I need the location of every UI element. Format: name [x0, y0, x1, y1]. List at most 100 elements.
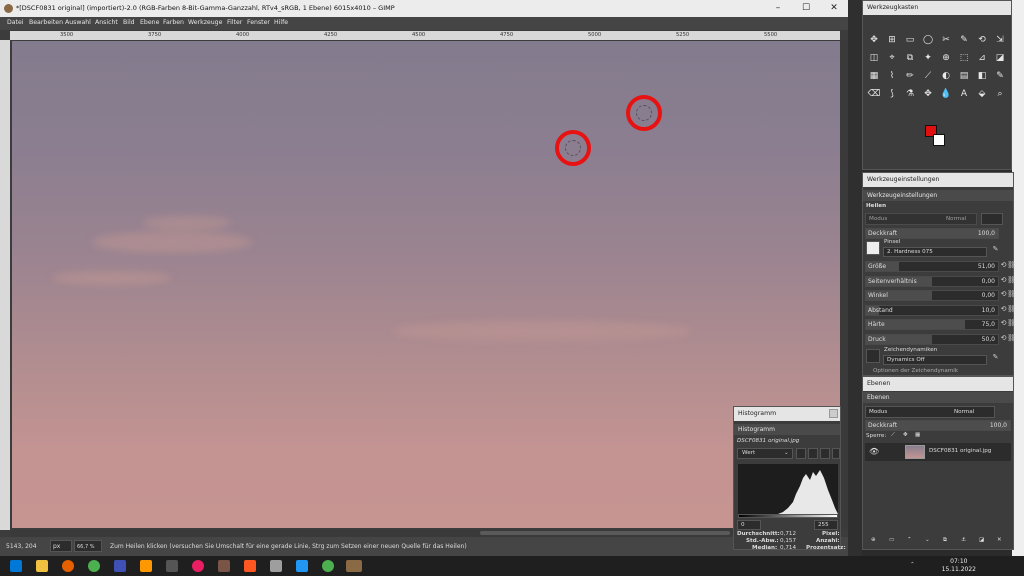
tool-handle-transform-icon[interactable]: ◪ — [993, 51, 1007, 65]
menu-werkzeuge[interactable]: Werkzeuge — [188, 19, 222, 26]
tool-move-icon[interactable]: ✥ — [867, 33, 881, 47]
delete-layer-icon[interactable]: ✕ — [997, 537, 1002, 543]
slider-1[interactable]: Seitenverhältnis 0,00 — [865, 275, 999, 287]
tool-rotate-icon[interactable]: ⌖ — [885, 51, 899, 65]
slider-2[interactable]: Winkel 0,00 — [865, 290, 999, 301]
edit-dynamics-icon[interactable]: ✎ — [991, 353, 1000, 364]
dynamics-preview[interactable] — [866, 349, 880, 363]
app-icon[interactable] — [218, 560, 230, 572]
tool-paintbrush-icon[interactable]: ✏ — [903, 69, 917, 83]
tool-ink-icon[interactable]: ◐ — [939, 69, 953, 83]
tool-dodge-icon[interactable]: ⟆ — [885, 87, 899, 101]
lock-alpha-icon[interactable]: ▦ — [915, 432, 920, 438]
layer-opacity-slider[interactable]: Deckkraft 100,0 — [865, 420, 1011, 431]
histogram-mode-button[interactable] — [832, 448, 840, 459]
range-max-input[interactable]: 255 — [814, 520, 838, 530]
tool-blur-icon[interactable]: ⚗ — [903, 87, 917, 101]
tool-zoom-icon[interactable]: ⌕ — [993, 87, 1007, 101]
histogram-graph[interactable] — [738, 464, 838, 514]
log-histogram-button[interactable] — [820, 448, 830, 459]
edit-brush-icon[interactable]: ✎ — [991, 245, 1000, 256]
start-icon[interactable] — [10, 560, 22, 572]
menu-hilfe[interactable]: Hilfe — [274, 19, 288, 26]
menu-farben[interactable]: Farben — [163, 19, 184, 26]
image-canvas[interactable] — [12, 41, 840, 528]
menu-bearbeiten[interactable]: Bearbeiten — [29, 19, 63, 26]
link-icon[interactable]: ⛓ — [1007, 290, 1016, 301]
brush-name-field[interactable]: 2. Hardness 075 — [883, 247, 987, 257]
dynamics-field[interactable]: Dynamics Off — [883, 355, 987, 365]
app-icon[interactable] — [192, 560, 204, 572]
dynamics-options-expander[interactable]: Optionen der Zeichendynamik — [873, 368, 958, 374]
mode-reset-button[interactable] — [981, 213, 1003, 225]
vertical-scrollbar[interactable] — [840, 40, 848, 530]
histogram-tab[interactable]: Histogramm — [734, 424, 840, 435]
minimize-button[interactable]: – — [764, 0, 792, 17]
tool-free-select-icon[interactable]: ✂ — [939, 33, 953, 47]
tool-fuzzy-select-icon[interactable]: ⟲ — [975, 33, 989, 47]
app-icon[interactable] — [166, 560, 178, 572]
app-icon[interactable] — [270, 560, 282, 572]
firefox-icon[interactable] — [62, 560, 74, 572]
tool-scissors-icon[interactable]: ✎ — [957, 33, 971, 47]
link-icon[interactable]: ⛓ — [1007, 276, 1016, 287]
tool-mypaint-icon[interactable]: ▤ — [957, 69, 971, 83]
link-icon[interactable]: ⛓ — [1007, 305, 1016, 316]
file-explorer-icon[interactable] — [36, 560, 48, 572]
close-button[interactable]: ✕ — [820, 0, 848, 17]
zoom-select[interactable]: 66,7 % — [74, 540, 102, 552]
link-icon[interactable]: ⛓ — [1007, 319, 1016, 330]
tool-unified-transform-icon[interactable]: ◫ — [867, 51, 881, 65]
slider-4[interactable]: Härte 75,0 — [865, 319, 999, 330]
layer-mode-select[interactable]: Modus Normal — [865, 406, 995, 418]
raise-layer-icon[interactable]: ⌃ — [907, 537, 912, 543]
tool-pencil-icon[interactable]: ⌇ — [885, 69, 899, 83]
lower-layer-icon[interactable]: ⌄ — [925, 537, 930, 543]
new-layer-icon[interactable]: ⊕ — [871, 537, 876, 543]
slider-5[interactable]: Druck 50,0 — [865, 333, 999, 345]
mask-layer-icon[interactable]: ◪ — [979, 537, 984, 543]
clock[interactable]: 07:10 15.11.2022 — [942, 558, 976, 574]
slider-0[interactable]: Größe 51,00 — [865, 261, 999, 272]
app-icon[interactable] — [296, 560, 308, 572]
channel-reset-button[interactable] — [796, 448, 806, 459]
brush-preview[interactable] — [866, 241, 880, 255]
menu-ebene[interactable]: Ebene — [140, 19, 159, 26]
opacity-slider[interactable]: Deckkraft 100,0 — [865, 228, 999, 239]
chrome-icon[interactable] — [88, 560, 100, 572]
lock-position-icon[interactable]: ✥ — [903, 432, 908, 438]
menu-auswahl[interactable]: Auswahl — [65, 19, 91, 26]
tool-rect-select-icon[interactable]: ▭ — [903, 33, 917, 47]
tool-align-icon[interactable]: ⊞ — [885, 33, 899, 47]
range-min-input[interactable]: 0 — [737, 520, 761, 530]
tool-perspective-icon[interactable]: ⊿ — [975, 51, 989, 65]
anchor-layer-icon[interactable]: ⚓ — [961, 537, 966, 543]
unit-select[interactable]: px — [50, 540, 72, 552]
dock-close-button[interactable] — [829, 409, 838, 418]
layer-row[interactable]: 👁 DSCF0831 original.jpg — [865, 443, 1011, 461]
tool-ellipse-select-icon[interactable]: ◯ — [921, 33, 935, 47]
tray-chevron-icon[interactable]: ⌃ — [910, 562, 915, 568]
tool-clone-icon[interactable]: ◧ — [975, 69, 989, 83]
slider-3[interactable]: Abstand 10,0 — [865, 304, 999, 316]
visibility-eye-icon[interactable]: 👁 — [869, 447, 879, 456]
link-icon[interactable]: ⛓ — [1007, 334, 1016, 345]
gimp-taskbar-icon[interactable] — [346, 560, 362, 572]
app-icon[interactable] — [322, 560, 334, 572]
app-icon[interactable] — [114, 560, 126, 572]
horizontal-ruler[interactable]: 3500 3750 4000 4250 4500 4750 5000 5250 … — [10, 31, 840, 40]
linear-histogram-button[interactable] — [808, 448, 818, 459]
tool-warp-icon[interactable]: ✦ — [921, 51, 935, 65]
menu-filter[interactable]: Filter — [227, 19, 242, 26]
dock-separator[interactable] — [848, 0, 862, 556]
mode-select[interactable]: Modus Normal — [865, 213, 977, 225]
lock-pixels-icon[interactable]: ⟋ — [891, 432, 895, 439]
menu-datei[interactable]: Datei — [7, 19, 24, 26]
app-icon[interactable] — [140, 560, 152, 572]
duplicate-layer-icon[interactable]: ⧉ — [943, 537, 947, 544]
link-icon[interactable]: ⛓ — [1007, 261, 1016, 272]
menu-ansicht[interactable]: Ansicht — [95, 19, 118, 26]
tool-flip-icon[interactable]: ⬚ — [957, 51, 971, 65]
tool-cage-icon[interactable]: ⊕ — [939, 51, 953, 65]
tool-smudge-icon[interactable]: ⌫ — [867, 87, 881, 101]
